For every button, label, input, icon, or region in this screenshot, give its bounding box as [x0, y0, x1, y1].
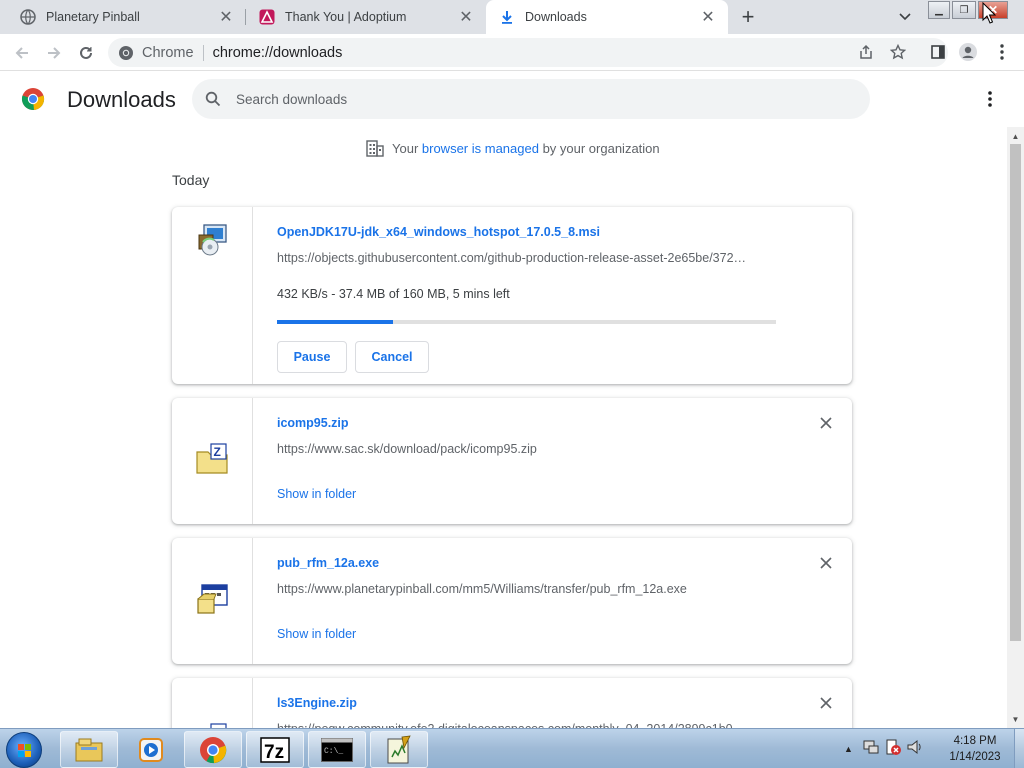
tab-title: Thank You | Adoptium: [285, 10, 407, 24]
file-name-link[interactable]: pub_rfm_12a.exe: [277, 556, 379, 570]
downloads-header: Downloads: [0, 71, 1024, 127]
scroll-down-arrow-icon[interactable]: ▼: [1007, 712, 1024, 726]
profile-avatar-icon[interactable]: [958, 42, 978, 62]
maximize-button[interactable]: ❐: [952, 1, 976, 19]
volume-icon[interactable]: [906, 738, 928, 761]
close-tab-icon[interactable]: ✕: [698, 7, 718, 27]
system-clock[interactable]: 4:18 PM 1/14/2023: [940, 733, 1010, 765]
tab-strip: Planetary Pinball ✕ Thank You | Adoptium…: [0, 0, 1024, 34]
tab-search-chevron-icon[interactable]: [896, 8, 914, 26]
show-hidden-icons-icon[interactable]: ▲: [844, 744, 856, 754]
page-title: Downloads: [67, 87, 176, 112]
new-tab-button[interactable]: +: [736, 4, 760, 29]
pause-button[interactable]: Pause: [277, 341, 347, 373]
forward-button[interactable]: [42, 41, 66, 65]
cancel-button[interactable]: Cancel: [355, 341, 429, 373]
scroll-up-arrow-icon[interactable]: ▲: [1007, 129, 1024, 143]
system-tray: ▲: [844, 729, 928, 768]
address-bar[interactable]: Chrome chrome://downloads: [108, 38, 948, 67]
exe-icon: [194, 582, 230, 618]
adoptium-icon: [259, 9, 275, 25]
managed-notice: Your browser is managed by your organiza…: [366, 139, 660, 157]
cmd-icon[interactable]: C:\_: [308, 731, 366, 768]
more-actions-icon[interactable]: [980, 89, 1000, 109]
file-url[interactable]: https://www.planetarypinball.com/mm5/Wil…: [277, 582, 817, 596]
browser-menu-icon[interactable]: [992, 42, 1012, 62]
browser-toolbar: Chrome chrome://downloads: [0, 34, 1024, 71]
chrome-icon[interactable]: [184, 731, 242, 768]
file-url[interactable]: https://www.sac.sk/download/pack/icomp95…: [277, 442, 777, 456]
search-downloads-box[interactable]: [192, 79, 870, 119]
globe-icon: [20, 9, 36, 25]
download-status: 432 KB/s - 37.4 MB of 160 MB, 5 mins lef…: [277, 287, 510, 301]
progress-fill: [277, 320, 394, 324]
close-tab-icon[interactable]: ✕: [456, 7, 476, 27]
action-center-icon[interactable]: [884, 738, 906, 761]
tab-title: Planetary Pinball: [46, 10, 140, 24]
share-icon[interactable]: [856, 42, 876, 62]
remove-item-close-icon[interactable]: [816, 693, 836, 713]
tab-planetary-pinball[interactable]: Planetary Pinball ✕: [0, 0, 246, 34]
file-explorer-icon[interactable]: [60, 731, 118, 768]
file-name-link[interactable]: OpenJDK17U-jdk_x64_windows_hotspot_17.0.…: [277, 225, 600, 239]
chrome-chip: Chrome: [142, 44, 194, 61]
scrollbar-thumb[interactable]: [1010, 144, 1021, 641]
close-tab-icon[interactable]: ✕: [216, 7, 236, 27]
zip-folder-icon: Z: [194, 442, 230, 478]
notepad-icon[interactable]: [370, 731, 428, 768]
windows-taskbar: 7z C:\_ ▲ 4:18 PM 1/14/2023: [0, 728, 1024, 768]
reload-button[interactable]: [74, 41, 98, 65]
url-text[interactable]: chrome://downloads: [213, 45, 343, 61]
managed-suffix: by your organization: [538, 140, 660, 156]
media-player-icon[interactable]: [122, 731, 180, 768]
date-section-label: Today: [172, 172, 210, 188]
svg-text:7z: 7z: [264, 742, 284, 763]
mouse-cursor-icon: [982, 1, 997, 24]
managed-prefix: Your: [392, 140, 422, 156]
chrome-logo-icon: [21, 87, 45, 111]
download-progress-bar: [277, 320, 776, 324]
bookmark-star-icon[interactable]: [888, 42, 908, 62]
chrome-logo-icon: [118, 45, 134, 61]
search-input[interactable]: [236, 91, 836, 107]
file-name-link[interactable]: ls3Engine.zip: [277, 696, 357, 710]
msi-installer-icon: [194, 223, 230, 259]
show-in-folder-link[interactable]: Show in folder: [277, 487, 356, 501]
clock-date: 1/14/2023: [949, 751, 1001, 763]
page-scrollbar[interactable]: ▲ ▼: [1007, 127, 1024, 728]
7zip-icon[interactable]: 7z: [246, 731, 304, 768]
tab-downloads[interactable]: Downloads ✕: [486, 0, 728, 34]
network-icon[interactable]: [862, 738, 884, 761]
svg-text:C:\_: C:\_: [324, 747, 343, 756]
download-item: Z icomp95.zip https://www.sac.sk/downloa…: [172, 398, 852, 524]
search-icon: [204, 90, 222, 108]
svg-text:Z: Z: [214, 445, 221, 459]
file-url[interactable]: https://objects.githubusercontent.com/gi…: [277, 251, 777, 265]
tab-adoptium[interactable]: Thank You | Adoptium ✕: [246, 0, 486, 34]
download-item: pub_rfm_12a.exe https://www.planetarypin…: [172, 538, 852, 664]
clock-time: 4:18 PM: [953, 735, 997, 747]
show-desktop-button[interactable]: [1014, 729, 1024, 768]
tab-title: Downloads: [525, 10, 587, 24]
remove-item-close-icon[interactable]: [816, 413, 836, 433]
managed-link[interactable]: browser is managed: [422, 141, 539, 156]
divider: [202, 44, 204, 61]
building-icon: [366, 139, 384, 157]
side-panel-icon[interactable]: [928, 42, 948, 62]
remove-item-close-icon[interactable]: [816, 553, 836, 573]
file-name-link[interactable]: icomp95.zip: [277, 416, 349, 430]
show-in-folder-link[interactable]: Show in folder: [277, 627, 356, 641]
download-icon: [499, 9, 515, 25]
download-item: OpenJDK17U-jdk_x64_windows_hotspot_17.0.…: [172, 207, 852, 384]
start-button[interactable]: [6, 732, 42, 768]
minimize-button[interactable]: ▁: [928, 1, 950, 19]
back-button[interactable]: [10, 41, 34, 65]
